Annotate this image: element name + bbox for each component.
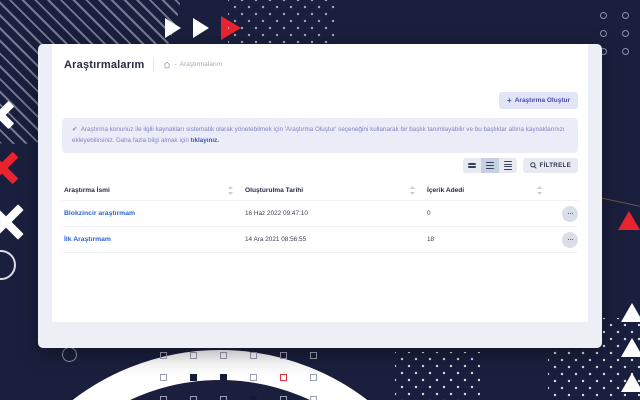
sort-icon[interactable]: [537, 185, 542, 195]
create-research-label: Araştırma Oluştur: [514, 97, 570, 104]
research-name-link[interactable]: İlk Araştırmam: [62, 236, 111, 243]
content-panel: Araştırmalarım - Araştırmalarım + Araştı…: [52, 44, 588, 322]
ring-decoration: [0, 250, 16, 280]
breadcrumb[interactable]: - Araştırmalarım: [163, 61, 222, 69]
content-count: 0: [427, 210, 431, 217]
breadcrumb-separator: -: [174, 61, 177, 68]
breadcrumb-current: Araştırmalarım: [179, 61, 223, 68]
circle-decoration: [600, 30, 607, 37]
list-toolbar: FİLTRELE: [462, 158, 578, 173]
column-header-name: Araştırma İsmi: [64, 186, 110, 194]
row-actions-button[interactable]: [562, 231, 578, 248]
circle-decoration: [622, 12, 629, 19]
filter-button[interactable]: FİLTRELE: [522, 158, 578, 173]
table-row: Blokzincir araştırmam 16 Haz 2022 09:47:…: [62, 200, 578, 226]
sort-icon[interactable]: [228, 185, 233, 195]
info-banner: ✔ Araştırma konunuz ile ilgili kaynaklar…: [62, 118, 578, 153]
triangle-up-red-icon: [618, 211, 640, 230]
circle-decoration: [622, 30, 629, 37]
view-toggle-medium[interactable]: [480, 158, 499, 173]
x-mark-decoration: [0, 201, 27, 243]
dot-pattern-bottom: [395, 352, 480, 400]
table-row: İlk Araştırmam 14 Ara 2021 08:56:55 18: [62, 226, 578, 253]
play-triangle-icon: [165, 18, 181, 38]
sort-icon[interactable]: [410, 185, 415, 195]
circle-decoration: [622, 48, 629, 55]
row-actions-button[interactable]: [562, 205, 578, 222]
content-count: 18: [427, 236, 435, 243]
view-toggle-sparse[interactable]: [462, 158, 481, 173]
app-window: Araştırmalarım - Araştırmalarım + Araştı…: [38, 44, 602, 348]
create-research-button[interactable]: + Araştırma Oluştur: [499, 92, 578, 109]
search-icon: [529, 162, 537, 169]
table-header-row: Araştırma İsmi Oluşturulma Tarihi İçerik…: [62, 180, 578, 200]
page-background: Araştırmalarım - Araştırmalarım + Araştı…: [0, 0, 640, 400]
created-date: 14 Ara 2021 08:56:55: [245, 236, 307, 243]
filter-label: FİLTRELE: [539, 162, 571, 169]
check-icon: ✔: [72, 126, 78, 133]
plus-icon: +: [507, 96, 512, 105]
divider: [153, 58, 155, 71]
view-toggle-group: [462, 158, 517, 173]
play-triangle-icon: [193, 18, 209, 38]
banner-link[interactable]: tıklayınız.: [191, 137, 219, 144]
column-header-created: Oluşturulma Tarihi: [245, 186, 304, 194]
research-table: Araştırma İsmi Oluşturulma Tarihi İçerik…: [62, 180, 578, 253]
home-icon[interactable]: [163, 61, 171, 69]
x-mark-red-decoration: [0, 149, 21, 187]
page-header: Araştırmalarım - Araştırmalarım: [52, 44, 588, 71]
square-grid-decoration: [160, 352, 340, 400]
research-name-link[interactable]: Blokzincir araştırmam: [62, 210, 135, 217]
banner-message: Araştırma konunuz ile ilgili kaynakları …: [72, 126, 565, 145]
page-title: Araştırmalarım: [64, 58, 145, 71]
x-mark-decoration: [0, 99, 16, 131]
view-toggle-dense[interactable]: [498, 158, 517, 173]
created-date: 16 Haz 2022 09:47:10: [245, 210, 308, 217]
circle-decoration: [600, 12, 607, 19]
small-ring-decoration: [62, 347, 77, 362]
column-header-count: İçerik Adedi: [427, 186, 465, 194]
